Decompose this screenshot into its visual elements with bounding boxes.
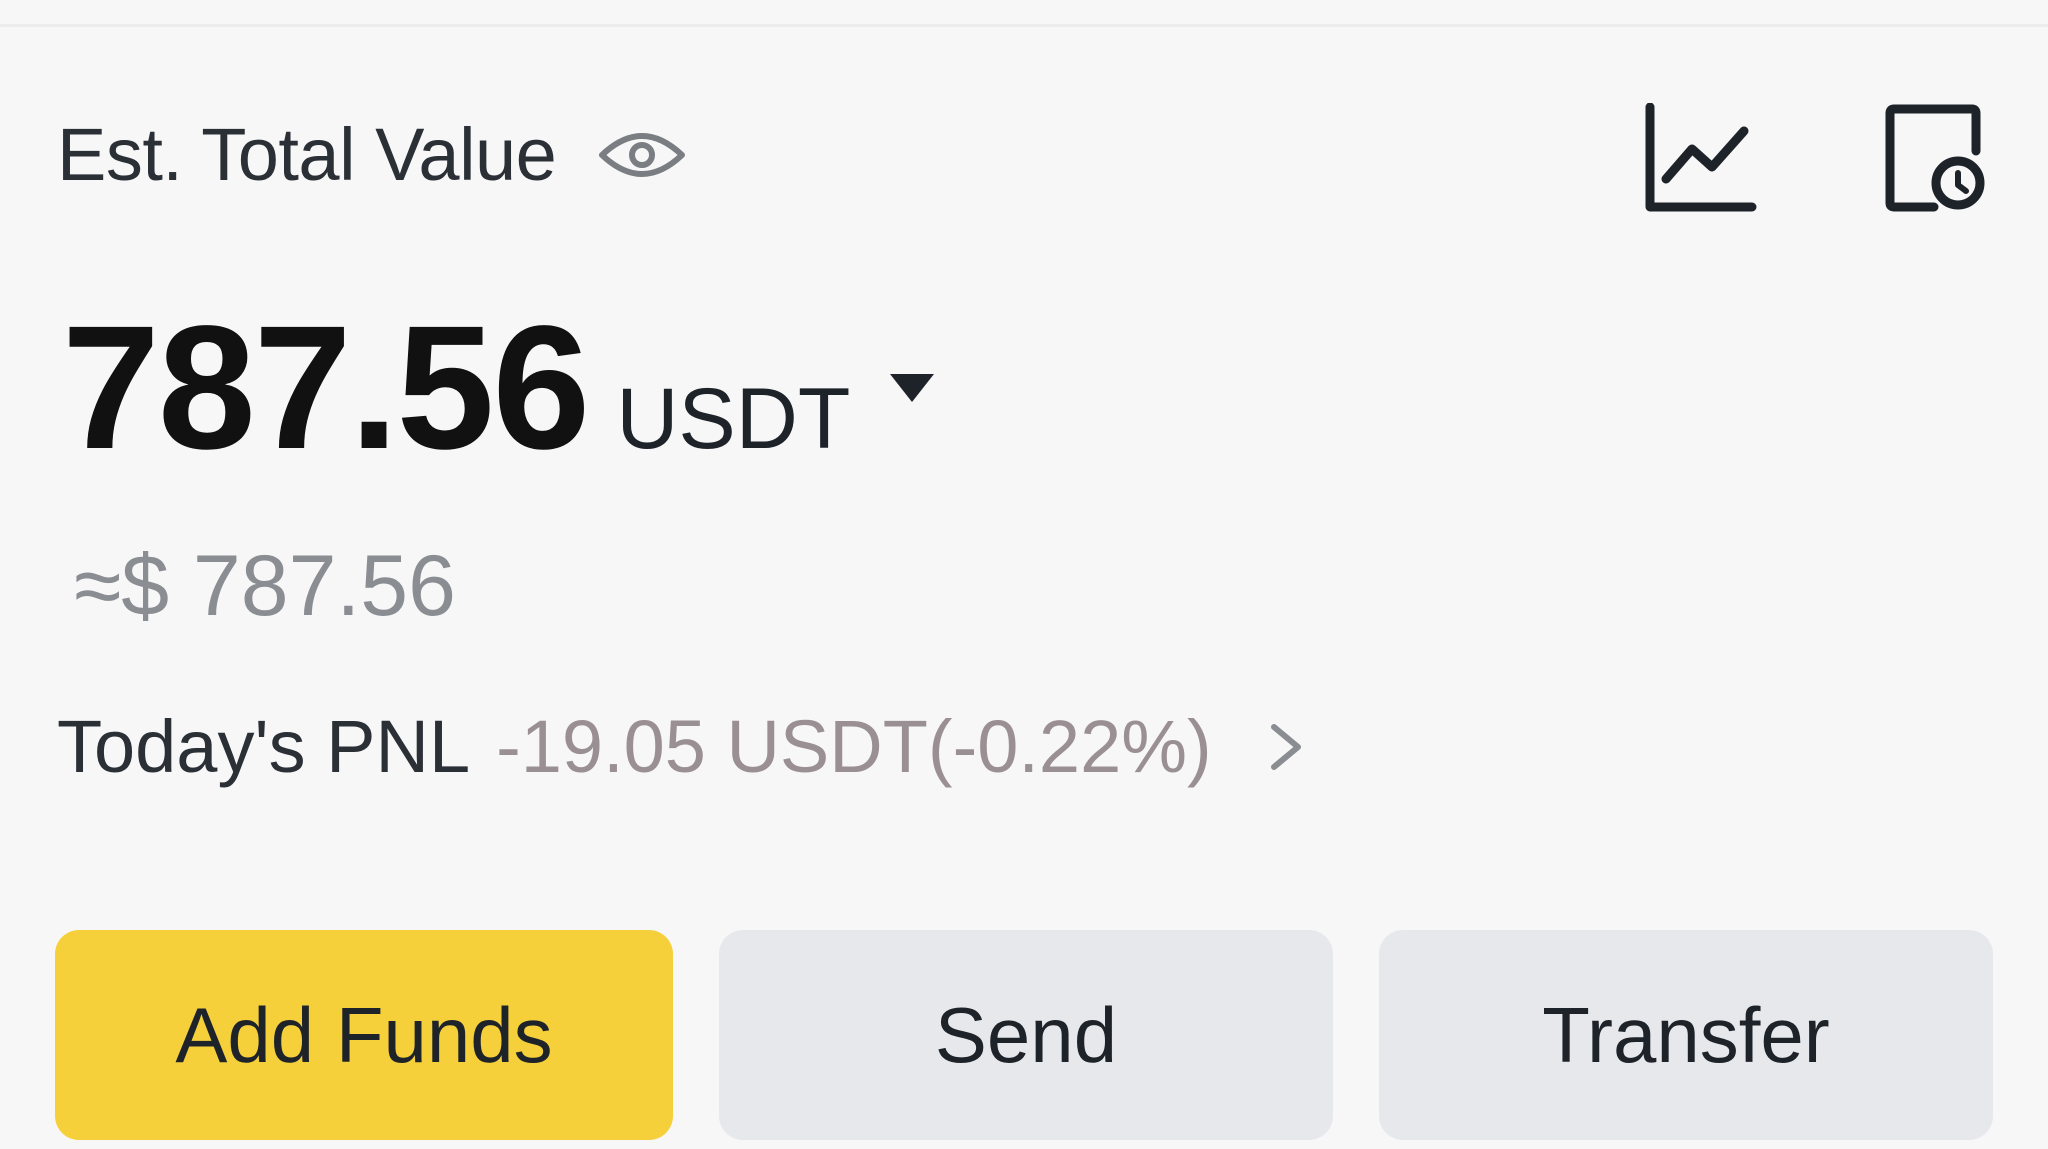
- line-chart-icon[interactable]: [1640, 103, 1760, 215]
- balance-amount: 787.56: [62, 290, 590, 486]
- action-buttons: Add Funds Send Transfer: [55, 930, 1995, 1140]
- send-button[interactable]: Send: [719, 930, 1333, 1140]
- eye-icon[interactable]: [598, 125, 686, 185]
- add-funds-button[interactable]: Add Funds: [55, 930, 673, 1140]
- history-icon[interactable]: [1884, 103, 1988, 215]
- transfer-button[interactable]: Transfer: [1379, 930, 1993, 1140]
- pnl-label: Today's PNL: [57, 705, 471, 788]
- caret-down-icon[interactable]: [888, 370, 936, 406]
- total-value-header: Est. Total Value: [57, 118, 686, 192]
- total-value-label: Est. Total Value: [57, 113, 557, 196]
- chevron-right-icon[interactable]: [1266, 719, 1306, 775]
- pnl-value: -19.05 USDT(-0.22%): [496, 705, 1212, 788]
- balance-unit-selector[interactable]: USDT: [616, 376, 850, 462]
- fiat-equivalent: ≈$ 787.56: [74, 538, 456, 634]
- balance-row: 787.56 USDT: [62, 300, 936, 476]
- top-divider: [0, 24, 2048, 27]
- header-tools: [1640, 103, 1988, 215]
- todays-pnl-row[interactable]: Today's PNL -19.05 USDT(-0.22%): [57, 710, 1306, 784]
